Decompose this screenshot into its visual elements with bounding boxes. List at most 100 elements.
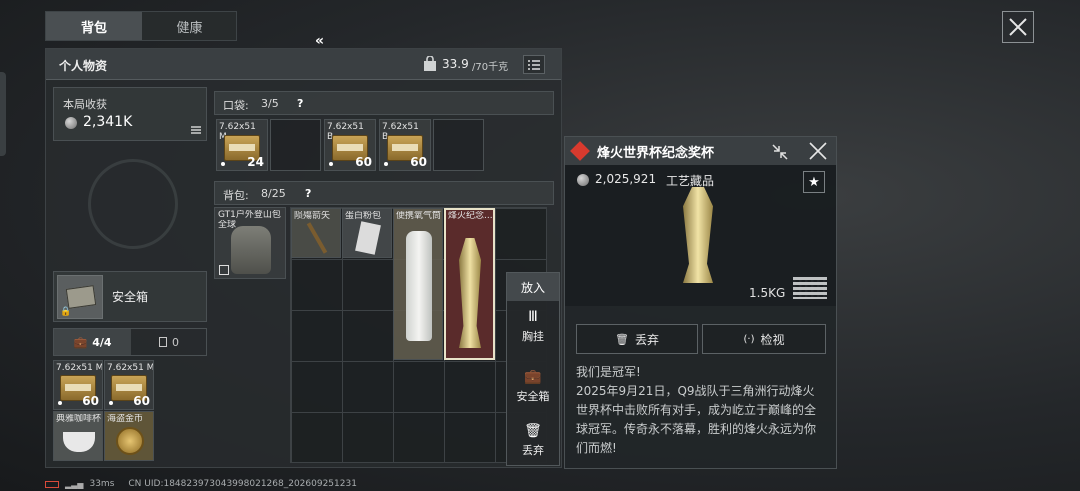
collapse-icon[interactable] <box>771 143 789 161</box>
backpack-icon <box>231 226 271 274</box>
help-icon[interactable]: ? <box>297 97 303 110</box>
safe-grid: 7.62x51 M... 60 7.62x51 M... 60 典雅咖啡杯 海盗… <box>53 360 157 464</box>
earnings-box[interactable]: 本局收获 2,341K <box>53 87 207 141</box>
rarity-diamond-icon <box>570 141 590 161</box>
item-name: 便携氧气筒 <box>396 211 442 221</box>
pocket-item[interactable]: 7.62x51 M... 24 <box>216 119 268 171</box>
detail-price: 2,025,921 <box>595 172 657 186</box>
context-menu-header: 放入 <box>507 273 559 301</box>
discard-option[interactable]: 🗑 丢弃 <box>507 423 559 467</box>
pocket-item[interactable] <box>433 119 484 171</box>
status-bar: ▂▃▅ 33ms CN UID:1848239730439980212​68_2… <box>45 477 357 491</box>
top-tabs: 背包 健康 <box>45 11 237 41</box>
chest-rig-icon: Ⅲ <box>528 309 538 325</box>
coin-icon <box>65 117 77 129</box>
list-icon <box>528 59 540 70</box>
option-label: 胸挂 <box>522 330 544 343</box>
inspect-icon: (·) <box>743 333 755 345</box>
close-icon[interactable] <box>809 142 827 160</box>
detail-title: 烽火世界杯纪念奖杯 <box>597 146 715 161</box>
safe-item[interactable]: 海盗金币 <box>104 411 154 461</box>
detail-header: 烽火世界杯纪念奖杯 <box>565 137 836 165</box>
trophy-icon <box>459 238 481 348</box>
item-name: 7.62x51 M... <box>56 363 102 373</box>
item-count: 24 <box>247 155 264 169</box>
favorite-button[interactable]: ★ <box>803 171 825 193</box>
gold-coin-icon <box>116 427 144 455</box>
close-icon <box>1009 18 1027 36</box>
arrow-icon <box>306 222 328 254</box>
battery-icon <box>45 480 59 488</box>
item-count: 60 <box>355 155 372 169</box>
bag-item[interactable]: 陨殤箭矢 <box>291 208 341 258</box>
faction-logo <box>88 159 178 249</box>
backpack-name: GT1户外登山包 <box>218 210 281 220</box>
detail-weight: 1.5KG <box>749 286 786 300</box>
list-icon <box>191 126 201 134</box>
no-insure-icon <box>219 265 229 275</box>
tab-other[interactable]: 0 <box>131 329 207 355</box>
size-grid-icon <box>793 277 827 299</box>
coin-icon <box>577 174 589 186</box>
bag-item[interactable]: 便携氧气筒 <box>393 208 443 360</box>
item-count: 60 <box>133 394 150 408</box>
bag-header: 背包: 8/25 ? <box>214 181 554 205</box>
safe-tabs: 💼 4/4 0 <box>53 328 207 356</box>
description-title: 我们是冠军! <box>576 365 641 379</box>
briefcase-icon: 💼 <box>73 335 88 349</box>
safe-box-row[interactable]: 🔒 安全箱 <box>53 271 207 322</box>
context-menu: 放入 Ⅲ 胸挂 💼 安全箱 🗑 丢弃 <box>506 272 560 466</box>
tab-backpack[interactable]: 背包 <box>46 12 142 40</box>
safe-option[interactable]: 💼 安全箱 <box>507 369 559 413</box>
safe-item[interactable]: 典雅咖啡杯 <box>53 411 103 461</box>
safe-item[interactable]: 7.62x51 M... 60 <box>104 360 154 410</box>
weight-max: /70千克 <box>472 62 509 73</box>
tab-health[interactable]: 健康 <box>142 12 237 40</box>
option-label: 丢弃 <box>522 444 544 457</box>
weight-current: 33.9 <box>442 57 469 71</box>
bag-count: 8/25 <box>261 187 286 200</box>
trash-icon: 🗑 <box>615 332 629 346</box>
teacup-icon <box>63 432 95 452</box>
detail-preview: 2,025,921 工艺藏品 ★ 1.5KG <box>565 165 836 306</box>
item-count: 60 <box>410 155 427 169</box>
close-button[interactable] <box>1002 11 1034 43</box>
safe-item[interactable]: 7.62x51 M... 60 <box>53 360 103 410</box>
earnings-value: 2,341K <box>83 114 133 130</box>
discard-label: 丢弃 <box>634 332 659 347</box>
weight-icon <box>423 55 437 72</box>
inspect-button[interactable]: (·) 检视 <box>702 324 826 354</box>
pocket-item[interactable]: 7.62x51 B... 60 <box>379 119 431 171</box>
trash-icon: 🗑 <box>524 423 542 439</box>
earnings-label: 本局收获 <box>63 98 107 111</box>
personal-header: 个人物资 33.9 /70千克 <box>46 49 561 80</box>
tab-case[interactable]: 💼 4/4 <box>54 329 131 355</box>
discard-button[interactable]: 🗑 丢弃 <box>576 324 698 354</box>
chest-rig-option[interactable]: Ⅲ 胸挂 <box>507 309 559 353</box>
help-icon[interactable]: ? <box>305 187 311 200</box>
briefcase-icon: 💼 <box>524 369 542 385</box>
trophy-image <box>683 187 713 283</box>
description-body: 2025年9月21日，Q9战队于三角洲行动烽火世界杯中击败所有对手，成为屹立于巅… <box>576 384 817 455</box>
safe-label: 安全箱 <box>112 290 149 304</box>
inventory-panel: 个人物资 33.9 /70千克 本局收获 2,341K 🔒 安全箱 💼 4/4 <box>45 48 562 468</box>
pocket-item[interactable] <box>270 119 321 171</box>
item-name: 烽火纪念... <box>448 211 493 221</box>
bag-item[interactable]: 蛋白粉包 <box>342 208 392 258</box>
backpack-sub: 全球 <box>218 220 237 230</box>
left-edge-handle[interactable] <box>0 72 6 156</box>
detail-description: 我们是冠军! 2025年9月21日，Q9战队于三角洲行动烽火世界杯中击败所有对手… <box>576 363 826 458</box>
case-count: 4/4 <box>92 335 112 349</box>
backpack-slot[interactable]: GT1户外登山包 全球 <box>214 207 286 279</box>
item-name: 典雅咖啡杯 <box>56 414 102 424</box>
pocket-label: 口袋: <box>223 99 249 112</box>
inspect-label: 检视 <box>760 332 785 347</box>
pocket-count: 3/5 <box>261 97 279 110</box>
pocket-header: 口袋: 3/5 ? <box>214 91 554 115</box>
list-menu-button[interactable] <box>523 55 545 74</box>
bag-item-selected[interactable]: 烽火纪念... <box>444 208 495 360</box>
item-count: 60 <box>82 394 99 408</box>
pocket-item[interactable]: 7.62x51 B... 60 <box>324 119 376 171</box>
signal-icon: ▂▃▅ <box>65 479 84 489</box>
oxygen-can-icon <box>406 231 432 341</box>
